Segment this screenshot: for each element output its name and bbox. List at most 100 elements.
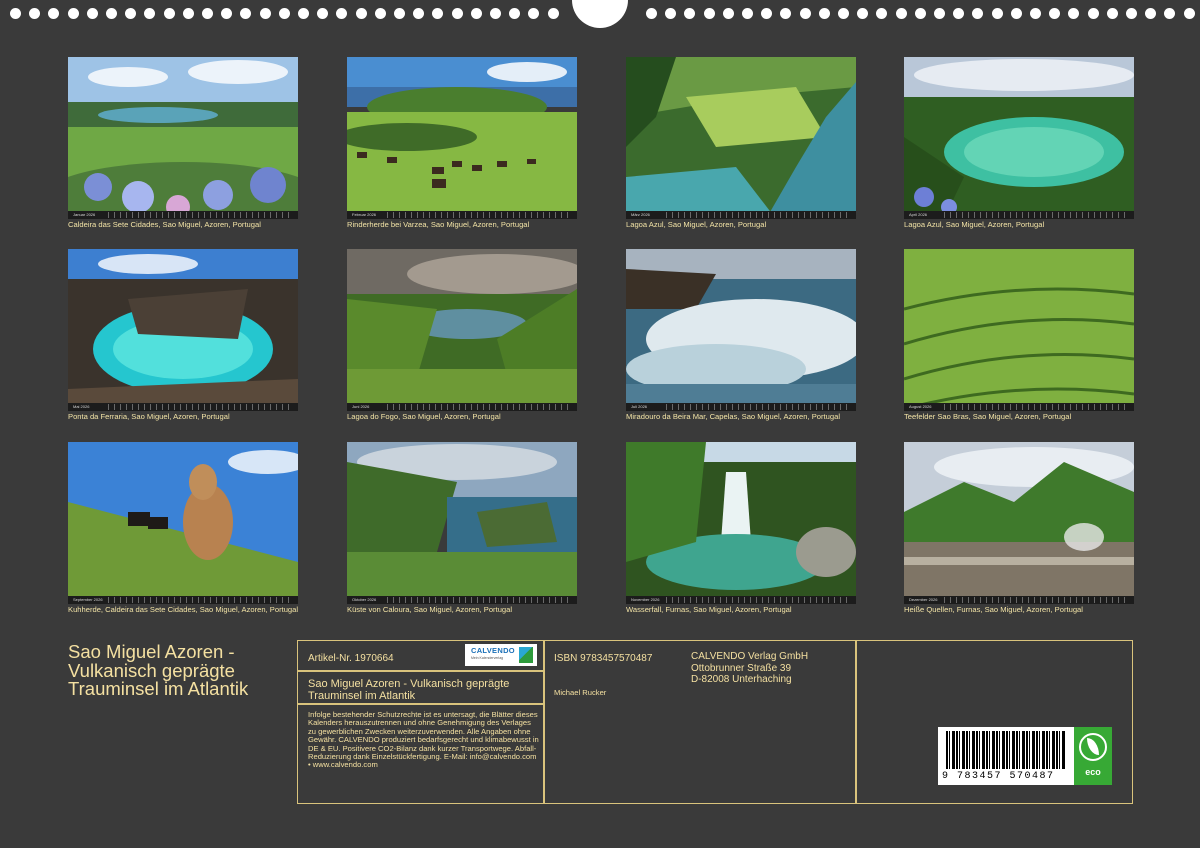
legal-text: Infolge bestehender Schutzrechte ist es …	[308, 710, 539, 770]
photo-caption: Rinderherde bei Varzea, Sao Miguel, Azor…	[347, 220, 530, 229]
binding-hole	[164, 8, 175, 19]
product-title: Sao Miguel Azoren - Vulkanisch geprägte …	[308, 678, 510, 702]
binding-hole	[298, 8, 309, 19]
binding-hole	[896, 8, 907, 19]
isbn-barcode: 9 783457 570487	[938, 727, 1074, 785]
binding-hole	[29, 8, 40, 19]
photo-kueste-caloura	[347, 442, 577, 604]
binding-hole	[1068, 8, 1079, 19]
binding-hole	[800, 8, 811, 19]
binding-hole	[509, 8, 520, 19]
binding-hole	[260, 8, 271, 19]
month-label: März 2026	[631, 212, 650, 217]
thumbnail-january: Januar 2026	[68, 57, 298, 219]
thumbnail-august: August 2026	[904, 249, 1134, 411]
month-label: April 2026	[909, 212, 928, 217]
month-label: Dezember 2026	[909, 597, 938, 602]
binding-hole	[48, 8, 59, 19]
thumbnail-june: Juni 2026	[347, 249, 577, 411]
binding-hole	[876, 8, 887, 19]
binding-hole	[317, 8, 328, 19]
binding-hole	[1030, 8, 1041, 19]
author: Michael Rucker	[554, 688, 607, 697]
photo-miradouro-beira-mar	[626, 249, 856, 411]
binding-hole	[780, 8, 791, 19]
thumbnail-march: März 2026	[626, 57, 856, 219]
photo-caption: Wasserfall, Furnas, Sao Miguel, Azoren, …	[626, 605, 792, 614]
calendar-strip: September 2026	[68, 596, 298, 604]
publisher-city: D-82008 Unterhaching	[691, 674, 792, 685]
binding-hole	[742, 8, 753, 19]
binding-hole	[10, 8, 21, 19]
photo-caldeira-sete-cidades	[68, 57, 298, 219]
binding-hole	[665, 8, 676, 19]
binding-hole	[471, 8, 482, 19]
month-label: November 2026	[631, 597, 660, 602]
calendar-title: Sao Miguel Azoren - Vulkanisch geprägte …	[68, 641, 249, 699]
binding-hole	[221, 8, 232, 19]
month-label: Juli 2026	[631, 404, 648, 409]
binding-hole	[240, 8, 251, 19]
binding-hole	[202, 8, 213, 19]
calendar-strip: Juli 2026	[626, 403, 856, 411]
binding-hole	[87, 8, 98, 19]
photo-caption: Küste von Caloura, Sao Miguel, Azoren, P…	[347, 605, 513, 614]
calendar-strip: Januar 2026	[68, 211, 298, 219]
calendar-strip: April 2026	[904, 211, 1134, 219]
photo-caption: Caldeira das Sete Cidades, Sao Miguel, A…	[68, 220, 261, 229]
calendar-strip: Oktober 2026	[347, 596, 577, 604]
publisher-address: CALVENDO Verlag GmbH Ottobrunner Straße …	[691, 651, 808, 686]
binding-hole	[1088, 8, 1099, 19]
photo-kuhherde	[68, 442, 298, 604]
thumbnail-november: November 2026	[626, 442, 856, 604]
calendar-strip: Mai 2026	[68, 403, 298, 411]
binding-hole	[1107, 8, 1118, 19]
binding-hole	[857, 8, 868, 19]
photo-caption: Lagoa do Fogo, Sao Miguel, Azoren, Portu…	[347, 412, 501, 421]
photo-wasserfall-furnas	[626, 442, 856, 604]
photo-caption: Teefelder Sao Bras, Sao Miguel, Azoren, …	[904, 412, 1072, 421]
photo-caption: Lagoa Azul, Sao Miguel, Azoren, Portugal	[626, 220, 767, 229]
binding-hole	[394, 8, 405, 19]
photo-heisse-quellen	[904, 442, 1134, 604]
binding-hole	[144, 8, 155, 19]
binding-hole	[1049, 8, 1060, 19]
photo-lagoa-do-fogo	[347, 249, 577, 411]
eco-label: eco	[1085, 767, 1101, 777]
photo-lagoa-azul-2	[904, 57, 1134, 219]
binding-hole	[992, 8, 1003, 19]
binding-hole	[1184, 8, 1195, 19]
month-label: August 2026	[909, 404, 932, 409]
logo-tagline: Mein Kalenderverlag	[471, 656, 504, 660]
eco-badge: eco	[1074, 727, 1112, 785]
logo-mark	[519, 647, 533, 663]
thumbnail-may: Mai 2026	[68, 249, 298, 411]
month-label: Oktober 2026	[352, 597, 377, 602]
binding-hole	[704, 8, 715, 19]
month-label: Mai 2026	[73, 404, 90, 409]
thumbnail-april: April 2026	[904, 57, 1134, 219]
thumbnail-december: Dezember 2026	[904, 442, 1134, 604]
article-number: Artikel-Nr. 1970664	[308, 653, 394, 664]
binding-hole	[915, 8, 926, 19]
binding-hole	[528, 8, 539, 19]
binding-hole	[1011, 8, 1022, 19]
calendar-strip: Februar 2026	[347, 211, 577, 219]
binding-hole	[356, 8, 367, 19]
calendar-strip: Juni 2026	[347, 403, 577, 411]
publisher-street: Ottobrunner Straße 39	[691, 662, 792, 674]
binding-hole	[1164, 8, 1175, 19]
photo-rinderherde	[347, 57, 577, 219]
publisher-info-box: Artikel-Nr. 1970664 CALVENDO Mein Kalend…	[297, 640, 1133, 804]
month-label: September 2026	[73, 597, 103, 602]
photo-teefelder	[904, 249, 1134, 411]
calendar-strip: Dezember 2026	[904, 596, 1134, 604]
calendar-strip: März 2026	[626, 211, 856, 219]
binding-hole	[646, 8, 657, 19]
binding-hole	[684, 8, 695, 19]
binding-hole	[183, 8, 194, 19]
month-label: Juni 2026	[352, 404, 370, 409]
photo-lagoa-azul	[626, 57, 856, 219]
binding-hole	[375, 8, 386, 19]
photo-ponta-da-ferraria	[68, 249, 298, 411]
